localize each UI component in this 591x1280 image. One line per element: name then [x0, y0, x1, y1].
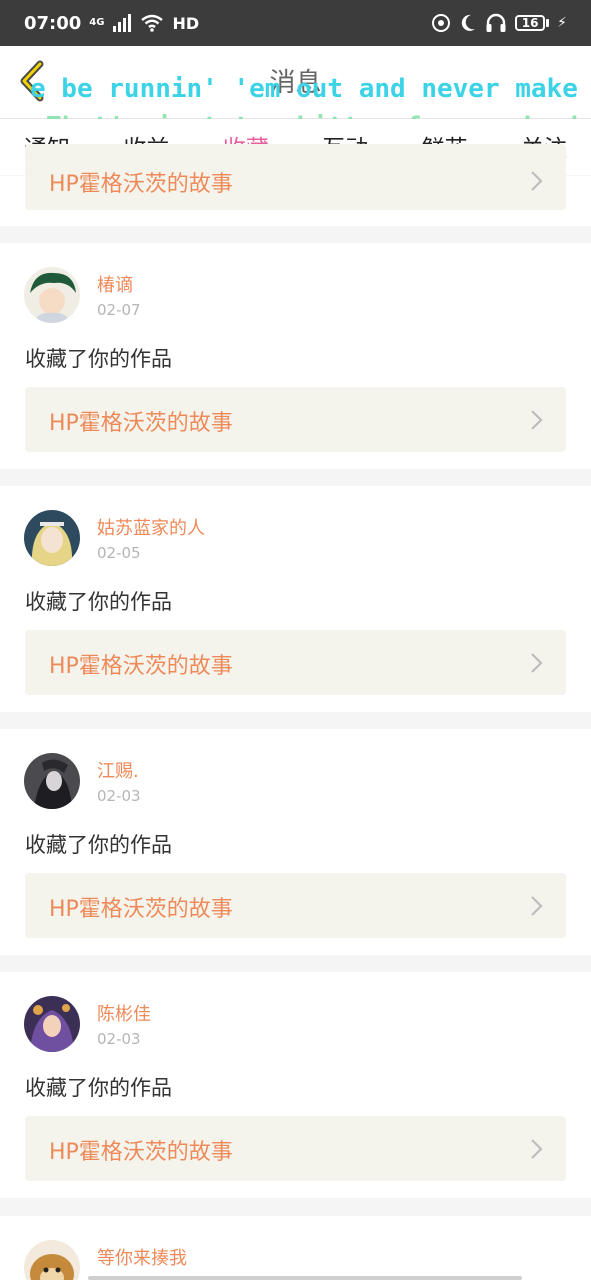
- chevron-right-icon: [531, 171, 543, 191]
- avatar[interactable]: [24, 753, 80, 809]
- username[interactable]: 等你来揍我: [97, 1244, 187, 1270]
- list-item: 陈彬佳 02-03 收藏了你的作品 HP霍格沃茨的故事: [0, 972, 591, 1198]
- avatar[interactable]: [24, 510, 80, 566]
- list-item: HP霍格沃茨的故事: [0, 144, 591, 226]
- work-link[interactable]: HP霍格沃茨的故事: [25, 1116, 566, 1181]
- timestamp: 02-03: [97, 787, 141, 805]
- list-item: 椿谪 02-07 收藏了你的作品 HP霍格沃茨的故事: [0, 243, 591, 469]
- username[interactable]: 姑苏蓝家的人: [97, 514, 205, 540]
- username[interactable]: 陈彬佳: [97, 1000, 151, 1026]
- list-item: 等你来揍我 02-01: [0, 1216, 591, 1280]
- action-text: 收藏了你的作品: [25, 833, 172, 857]
- network-type: 4G: [89, 17, 105, 28]
- battery-cap: [546, 19, 550, 27]
- signal-icon: [113, 14, 132, 32]
- scroll-indicator: [88, 1276, 522, 1280]
- username[interactable]: 江赐.: [97, 757, 139, 783]
- hd-indicator: HD: [172, 13, 200, 33]
- wifi-icon: [141, 14, 164, 32]
- avatar[interactable]: [24, 1240, 80, 1280]
- moon-icon: [461, 14, 476, 31]
- list-item: 姑苏蓝家的人 02-05 收藏了你的作品 HP霍格沃茨的故事: [0, 486, 591, 712]
- chevron-right-icon: [531, 1139, 543, 1159]
- timestamp: 02-07: [97, 301, 141, 319]
- action-text: 收藏了你的作品: [25, 347, 172, 371]
- work-link[interactable]: HP霍格沃茨的故事: [25, 387, 566, 452]
- data-saver-icon: [432, 14, 451, 32]
- work-title: HP霍格沃茨的故事: [49, 897, 233, 922]
- chevron-right-icon: [531, 410, 543, 430]
- action-text: 收藏了你的作品: [25, 1076, 172, 1100]
- work-title: HP霍格沃茨的故事: [49, 172, 233, 197]
- timestamp: 02-05: [97, 544, 141, 562]
- status-time: 07:00: [24, 12, 82, 34]
- work-link[interactable]: HP霍格沃茨的故事: [25, 630, 566, 695]
- work-title: HP霍格沃茨的故事: [49, 411, 233, 436]
- list-item: 江赐. 02-03 收藏了你的作品 HP霍格沃茨的故事: [0, 729, 591, 955]
- work-link[interactable]: HP霍格沃茨的故事: [25, 144, 566, 210]
- chevron-right-icon: [531, 896, 543, 916]
- chevron-right-icon: [531, 653, 543, 673]
- page-title: 消息: [269, 68, 322, 98]
- avatar[interactable]: [24, 996, 80, 1052]
- timestamp: 02-03: [97, 1030, 141, 1048]
- headphones-icon: [486, 13, 506, 32]
- work-title: HP霍格沃茨的故事: [49, 1140, 233, 1165]
- action-text: 收藏了你的作品: [25, 590, 172, 614]
- avatar[interactable]: [24, 267, 80, 323]
- status-bar: 07:00 4G HD 16 ⚡: [0, 0, 591, 46]
- username[interactable]: 椿谪: [97, 271, 133, 297]
- work-link[interactable]: HP霍格沃茨的故事: [25, 873, 566, 938]
- work-title: HP霍格沃茨的故事: [49, 654, 233, 679]
- battery-level: 16: [515, 15, 546, 31]
- charging-icon: ⚡: [557, 15, 567, 31]
- header: 消息 e be runnin' 'em out and never make T…: [0, 46, 591, 142]
